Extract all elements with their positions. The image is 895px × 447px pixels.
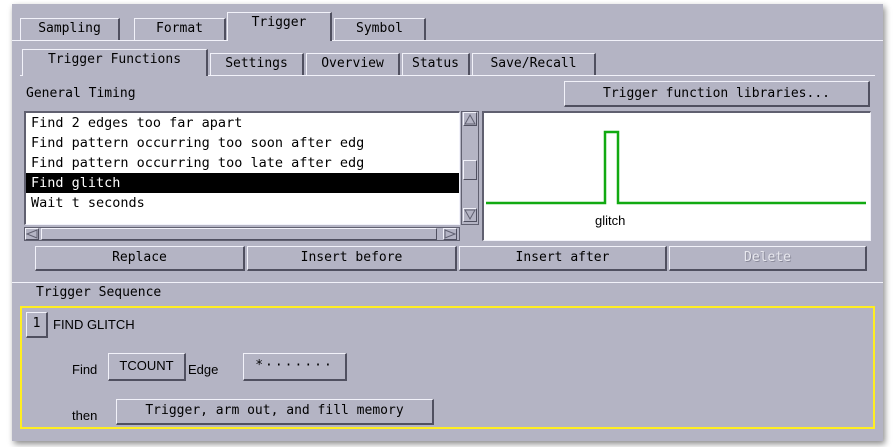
insert-before-button[interactable]: Insert before	[247, 246, 457, 271]
right-arrow-icon	[444, 229, 456, 239]
list-item[interactable]: Find pattern occurring too soon after ed…	[26, 133, 459, 153]
scroll-thumb[interactable]	[463, 160, 477, 180]
general-timing-label: General Timing	[26, 86, 136, 101]
tab-symbol[interactable]: Symbol	[334, 18, 426, 40]
scroll-down-button[interactable]	[463, 208, 477, 222]
list-item[interactable]: Find pattern occurring too late after ed…	[26, 153, 459, 173]
main-tab-bar: Sampling Format Trigger Symbol	[12, 10, 883, 41]
tab-sampling[interactable]: Sampling	[20, 18, 120, 40]
list-vertical-scrollbar[interactable]	[461, 111, 479, 225]
trigger-sequence-title: Trigger Sequence	[36, 285, 162, 300]
list-item-selected[interactable]: Find glitch	[26, 173, 459, 193]
list-item[interactable]: Wait t seconds	[26, 193, 459, 213]
edge-label: Edge	[188, 362, 219, 377]
list-item[interactable]: Find 2 edges too far apart	[26, 113, 459, 133]
tab-settings[interactable]: Settings	[210, 53, 304, 75]
edge-pattern-field[interactable]: *·······	[243, 353, 347, 381]
scroll-up-button[interactable]	[463, 112, 477, 126]
down-arrow-icon	[464, 209, 476, 221]
list-horizontal-scrollbar[interactable]	[24, 227, 460, 241]
left-arrow-icon	[26, 229, 38, 239]
scroll-left-button[interactable]	[25, 228, 39, 240]
horizontal-scroll-thumb[interactable]	[41, 228, 437, 240]
then-label: then	[72, 408, 98, 423]
tab-trigger-functions[interactable]: Trigger Functions	[22, 49, 208, 76]
tab-save-recall[interactable]: Save/Recall	[472, 53, 596, 75]
tab-overview[interactable]: Overview	[306, 53, 400, 75]
tab-format[interactable]: Format	[134, 18, 226, 40]
step-name: FIND GLITCH	[53, 317, 135, 332]
step-number-button[interactable]: 1	[26, 312, 48, 338]
tab-divider	[12, 40, 883, 41]
glitch-waveform	[486, 130, 866, 205]
trigger-function-libraries-button[interactable]: Trigger function libraries...	[564, 81, 870, 107]
waveform-preview: glitch	[482, 111, 871, 241]
replace-button[interactable]: Replace	[35, 246, 245, 271]
find-label: Find	[72, 362, 98, 377]
scroll-right-button[interactable]	[443, 228, 457, 240]
tcount-selector[interactable]: TCOUNT	[108, 353, 186, 381]
trigger-window: Sampling Format Trigger Symbol Trigger F…	[12, 4, 883, 441]
trigger-sequence-step: 1 FIND GLITCH Find TCOUNT Edge *······· …	[20, 306, 875, 429]
tab-trigger[interactable]: Trigger	[227, 12, 332, 41]
tab-status[interactable]: Status	[402, 53, 470, 75]
delete-button: Delete	[669, 246, 867, 271]
waveform-label: glitch	[595, 213, 626, 228]
insert-after-button[interactable]: Insert after	[459, 246, 667, 271]
up-arrow-icon	[464, 113, 476, 125]
trigger-sequence-header: Trigger Sequence	[12, 282, 883, 304]
trigger-function-list[interactable]: Find 2 edges too far apart Find pattern …	[24, 111, 460, 225]
then-action-button[interactable]: Trigger, arm out, and fill memory	[116, 399, 434, 425]
